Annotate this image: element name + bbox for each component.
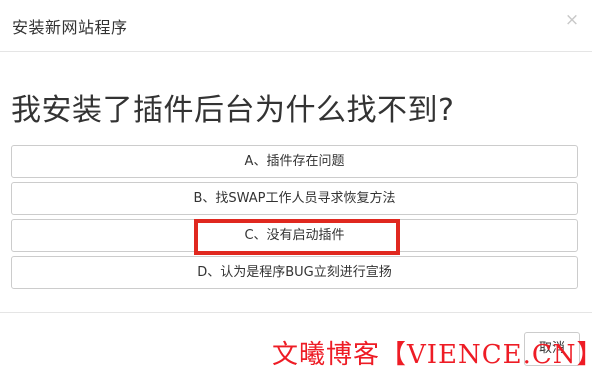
install-dialog: 安装新网站程序 × 我安装了插件后台为什么找不到? A、插件存在问题 B、找SW… xyxy=(0,0,592,376)
option-b-button[interactable]: B、找SWAP工作人员寻求恢复方法 xyxy=(11,182,578,215)
question-text: 我安装了插件后台为什么找不到? xyxy=(11,93,455,128)
watermark-text: 文曦博客【VIENCE.CN】 xyxy=(272,340,592,370)
close-icon[interactable]: × xyxy=(564,10,580,30)
dialog-header: 安装新网站程序 × xyxy=(0,0,592,52)
option-d-button[interactable]: D、认为是程序BUG立刻进行宣扬 xyxy=(11,256,578,289)
option-c-button[interactable]: C、没有启动插件 xyxy=(11,219,578,252)
option-a-button[interactable]: A、插件存在问题 xyxy=(11,145,578,178)
dialog-title: 安装新网站程序 xyxy=(12,18,128,37)
